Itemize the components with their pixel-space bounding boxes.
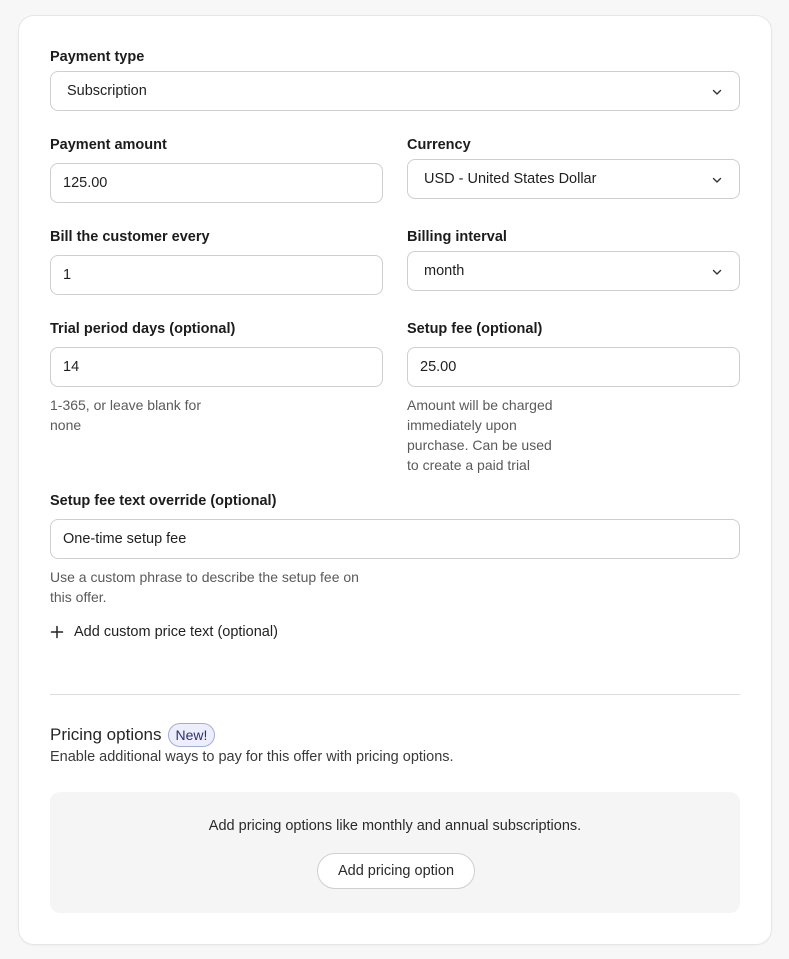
setup-fee-value: 25.00 xyxy=(420,359,457,375)
setup-fee-text-help-line: Use a custom phrase to describe the setu… xyxy=(50,569,359,585)
trial-days-help: 1-365, or leave blank for none xyxy=(50,395,201,435)
chevron-down-icon xyxy=(712,177,722,183)
setup-fee-text-input[interactable]: One-time setup fee xyxy=(50,519,740,559)
setup-fee-input[interactable]: 25.00 xyxy=(407,347,740,387)
trial-days-value: 14 xyxy=(63,359,80,375)
payment-amount-value: 125.00 xyxy=(63,175,108,191)
pricing-options-title: Pricing options xyxy=(50,725,162,744)
payment-amount-input[interactable]: 125.00 xyxy=(50,163,383,203)
setup-fee-help-line: purchase. Can be used xyxy=(407,437,552,453)
pricing-options-empty-state: Add pricing options like monthly and ann… xyxy=(50,792,740,913)
setup-fee-help-line: Amount will be charged xyxy=(407,397,553,413)
currency-select[interactable]: USD - United States Dollar xyxy=(407,159,740,199)
trial-days-help-line: 1-365, or leave blank for xyxy=(50,397,201,413)
bill-every-value: 1 xyxy=(63,267,72,283)
offer-pricing-card: Payment type Subscription Payment amount… xyxy=(18,15,772,945)
bill-every-label: Bill the customer every xyxy=(50,229,210,245)
setup-fee-help-line: to create a paid trial xyxy=(407,457,530,473)
setup-fee-help: Amount will be charged immediately upon … xyxy=(407,395,553,475)
setup-fee-label: Setup fee (optional) xyxy=(407,321,543,337)
payment-type-label: Payment type xyxy=(50,49,145,65)
setup-fee-text-label: Setup fee text override (optional) xyxy=(50,493,277,509)
trial-days-input[interactable]: 14 xyxy=(50,347,383,387)
plus-icon xyxy=(50,625,64,639)
chevron-down-icon xyxy=(712,89,722,95)
pricing-options-heading: Pricing options New! xyxy=(50,723,216,747)
billing-interval-select[interactable]: month xyxy=(407,251,740,291)
pricing-options-empty-text: Add pricing options like monthly and ann… xyxy=(208,818,582,834)
billing-interval-value: month xyxy=(424,263,465,279)
chevron-down-icon xyxy=(712,269,722,275)
currency-label: Currency xyxy=(407,137,471,153)
add-custom-price-text-label: Add custom price text (optional) xyxy=(74,624,278,640)
payment-amount-label: Payment amount xyxy=(50,137,167,153)
setup-fee-text-help-line: this offer. xyxy=(50,589,107,605)
trial-days-label: Trial period days (optional) xyxy=(50,321,236,337)
section-divider xyxy=(50,694,740,695)
payment-type-select[interactable]: Subscription xyxy=(50,71,740,111)
setup-fee-text-value: One-time setup fee xyxy=(63,531,187,547)
add-custom-price-text-button[interactable]: Add custom price text (optional) xyxy=(50,624,278,640)
pricing-options-description: Enable additional ways to pay for this o… xyxy=(50,749,454,765)
trial-days-help-line: none xyxy=(50,417,82,433)
add-pricing-option-button[interactable]: Add pricing option xyxy=(317,853,475,889)
payment-type-value: Subscription xyxy=(67,83,147,99)
billing-interval-label: Billing interval xyxy=(407,229,507,245)
bill-every-input[interactable]: 1 xyxy=(50,255,383,295)
setup-fee-help-line: immediately upon xyxy=(407,417,517,433)
currency-value: USD - United States Dollar xyxy=(424,171,597,187)
new-badge: New! xyxy=(167,723,216,747)
setup-fee-text-help: Use a custom phrase to describe the setu… xyxy=(50,567,359,607)
